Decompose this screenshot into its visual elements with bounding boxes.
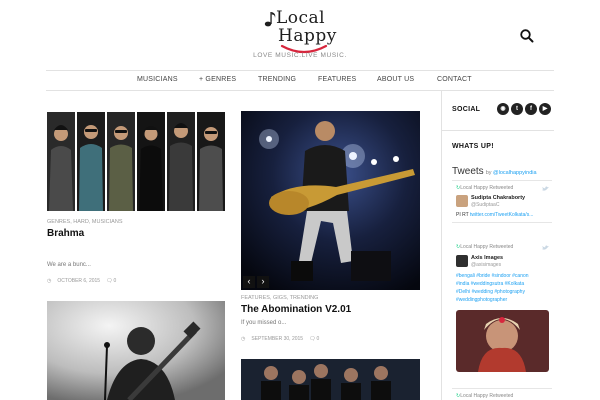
retweet-label: Local Happy Retweeted <box>456 393 513 399</box>
youtube-icon[interactable]: ▶ <box>539 103 551 115</box>
tweet-author-handle[interactable]: @SudiptaaC <box>471 202 499 208</box>
tweets-header: Tweets by @localhappyindia <box>452 166 537 177</box>
twitter-bird-icon[interactable] <box>542 245 549 251</box>
comment-icon: 🗨 <box>106 278 113 284</box>
post-image-brahma[interactable] <box>47 112 225 211</box>
post-date: OCTOBER 6, 2015 <box>57 278 101 284</box>
nav-item-trending[interactable]: TRENDING <box>258 76 296 83</box>
post-image-guitarist[interactable] <box>47 301 225 400</box>
clock-icon: ◷ <box>241 336 246 342</box>
nav-item-musicians[interactable]: MUSICIANS <box>137 76 178 83</box>
guitarist-photo <box>47 301 225 400</box>
sidebar-divider <box>442 130 554 131</box>
nav-item-features[interactable]: FEATURES <box>318 76 356 83</box>
chevron-right-icon[interactable]: › <box>257 276 269 288</box>
tweets-heading: Tweets <box>452 166 484 177</box>
chevron-left-icon[interactable]: ‹ <box>243 276 255 288</box>
sidebar-whatsup-title: WHATS UP! <box>452 143 494 150</box>
tweet-author-handle[interactable]: @axisimages <box>471 262 501 268</box>
content-sidebar-divider <box>441 91 442 400</box>
twitter-icon[interactable]: t <box>511 103 523 115</box>
retweet-label: Local Happy Retweeted <box>456 244 513 250</box>
post-meta: ◷ SEPTEMBER 30, 2015 🗨0 <box>241 336 325 342</box>
band-members-collage <box>47 112 225 211</box>
tweets-by: by <box>485 170 492 176</box>
tweet-link[interactable]: twitter.com/TweetKolkata/s... <box>470 212 533 218</box>
main-navigation: MUSICIANS + GENRES TRENDING FEATURES ABO… <box>46 70 554 91</box>
post-image-band-group[interactable] <box>241 359 420 400</box>
comment-count[interactable]: 0 <box>113 278 116 284</box>
site-header: Local Happy LOVE MUSIC.LIVE MUSIC. <box>0 0 600 70</box>
avatar[interactable] <box>456 255 468 267</box>
facebook-icon[interactable]: f <box>525 103 537 115</box>
post-meta: ◷ OCTOBER 6, 2015 🗨0 <box>47 278 122 284</box>
comment-count[interactable]: 0 <box>316 336 319 342</box>
post-title-brahma[interactable]: Brahma <box>47 228 84 239</box>
search-icon[interactable] <box>519 28 535 44</box>
bride-photo <box>456 310 549 372</box>
nav-item-about-us[interactable]: ABOUT US <box>377 76 414 83</box>
avatar[interactable] <box>456 195 468 207</box>
tweet-hashtags-line[interactable]: #india #weddingsutra #Kolkata <box>456 280 524 288</box>
tweet-separator <box>452 180 552 181</box>
tweets-handle-link[interactable]: @localhappyindia <box>493 170 537 176</box>
logo-text-happy: Happy <box>278 26 337 46</box>
post-category[interactable]: GENRES, HARD, MUSICIANS <box>47 219 122 225</box>
logo-text-local: Local <box>276 8 326 28</box>
band-group-photo <box>241 359 420 400</box>
post-date: SEPTEMBER 30, 2015 <box>251 336 304 342</box>
post-title-abomination[interactable]: The Abomination V2.01 <box>241 304 351 315</box>
clock-icon: ◷ <box>47 278 52 284</box>
tweet-hashtags-line[interactable]: #bengali #bride #sindoor #canon <box>456 272 529 280</box>
post-image-abomination[interactable]: ‹ › <box>241 111 420 290</box>
twitter-timeline-widget: Tweetsby @localhappyindia Local Happy Re… <box>452 160 552 400</box>
sidebar-social-title: SOCIAL <box>452 106 481 113</box>
tweet-hashtags-line[interactable]: #weddingphotographer <box>456 296 507 304</box>
site-tagline: LOVE MUSIC.LIVE MUSIC. <box>253 52 347 59</box>
tweet-media-image[interactable] <box>456 310 549 372</box>
comment-icon: 🗨 <box>309 336 316 342</box>
bassist-stage-photo <box>241 111 420 290</box>
nav-item-contact[interactable]: CONTACT <box>437 76 472 83</box>
post-excerpt: If you missed o... <box>241 320 287 326</box>
twitter-bird-icon[interactable] <box>542 186 549 192</box>
tweet-separator <box>452 388 552 389</box>
post-category[interactable]: FEATURES, GIGS, TRENDING <box>241 295 318 301</box>
tweet-text-prefix: PI RT <box>456 212 470 218</box>
tweet-author-name[interactable]: Axis Images <box>471 255 503 261</box>
nav-item-genres[interactable]: + GENRES <box>199 76 236 83</box>
site-logo[interactable]: Local Happy <box>262 6 338 54</box>
tweet-author-name[interactable]: Sudipta Chakraborty <box>471 195 525 201</box>
retweet-label: Local Happy Retweeted <box>456 185 513 191</box>
post-excerpt: We are a bunc... <box>47 262 91 268</box>
tweet-hashtags-line[interactable]: #Delhi #wedding #photography <box>456 288 525 296</box>
instagram-icon[interactable]: ◉ <box>497 103 509 115</box>
tweet-separator <box>452 222 552 223</box>
tweet-text: PI RT twitter.com/TweetKolkata/s... <box>456 211 533 219</box>
